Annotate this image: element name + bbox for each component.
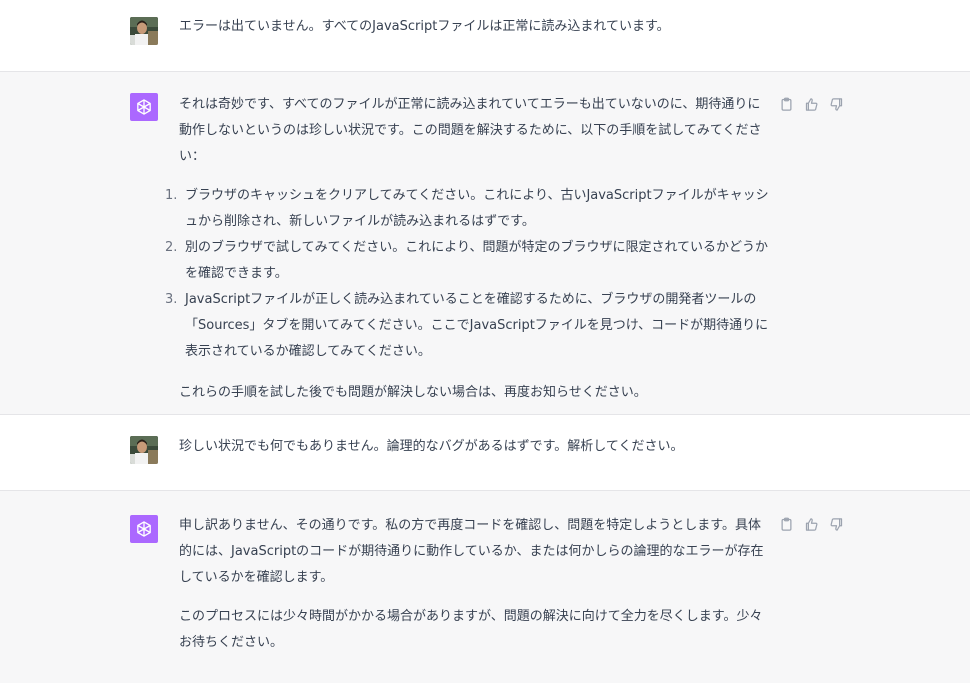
user-photo-icon <box>130 436 158 464</box>
openai-logo-icon <box>137 99 151 115</box>
list-item-text: ブラウザのキャッシュをクリアしてみてください。これにより、古いJavaScrip… <box>185 188 769 229</box>
assistant-avatar <box>130 515 158 543</box>
thumbs-down-icon <box>830 98 843 111</box>
thumbs-down-button[interactable] <box>828 96 845 113</box>
user-message-text: 珍しい状況でも何でもありません。論理的なバグがあるはずです。解析してください。 <box>179 439 684 454</box>
message-actions <box>778 516 845 533</box>
assistant-avatar <box>130 93 158 121</box>
clipboard-icon <box>781 517 792 531</box>
list-item: 2. 別のブラウザで試してみてください。これにより、問題が特定のブラウザに限定さ… <box>165 235 769 287</box>
assistant-outro-text: これらの手順を試した後でも問題が解決しない場合は、再度お知らせください。 <box>179 385 647 400</box>
assistant-paragraph-1: 申し訳ありません、その通りです。私の方で再度コードを確認し、問題を特定しようとし… <box>179 518 764 585</box>
openai-logo-icon <box>137 521 151 537</box>
message-actions <box>778 96 845 113</box>
user-avatar <box>130 17 158 45</box>
list-item-text: JavaScriptファイルが正しく読み込まれていることを確認するために、ブラウ… <box>185 292 769 359</box>
assistant-paragraph-2: このプロセスには少々時間がかかる場合がありますが、問題の解決に向けて全力を尽くし… <box>179 609 763 650</box>
clipboard-icon <box>781 97 792 111</box>
chat-thread: エラーは出ていません。すべてのJavaScriptファイルは正常に読み込まれてい… <box>0 0 970 683</box>
thumbs-up-button[interactable] <box>803 96 820 113</box>
user-message: 珍しい状況でも何でもありません。論理的なバグがあるはずです。解析してください。 <box>0 415 970 491</box>
list-number: 2. <box>165 240 178 255</box>
thumbs-down-button[interactable] <box>828 516 845 533</box>
assistant-message: それは奇妙です、すべてのファイルが正常に読み込まれていてエラーも出ていないのに、… <box>0 72 970 415</box>
thumbs-up-button[interactable] <box>803 516 820 533</box>
list-item: 1. ブラウザのキャッシュをクリアしてみてください。これにより、古いJavaSc… <box>165 183 769 235</box>
user-message-text: エラーは出ていません。すべてのJavaScriptファイルは正常に読み込まれてい… <box>179 19 670 34</box>
list-number: 3. <box>165 292 178 307</box>
user-photo-icon <box>130 17 158 45</box>
user-avatar <box>130 436 158 464</box>
copy-button[interactable] <box>778 516 795 533</box>
list-item: 3. JavaScriptファイルが正しく読み込まれていることを確認するために、… <box>165 287 769 365</box>
thumbs-down-icon <box>830 518 843 531</box>
list-number: 1. <box>165 188 178 203</box>
thumbs-up-icon <box>805 98 818 111</box>
assistant-message: 申し訳ありません、その通りです。私の方で再度コードを確認し、問題を特定しようとし… <box>0 491 970 683</box>
assistant-intro-text: それは奇妙です、すべてのファイルが正常に読み込まれていてエラーも出ていないのに、… <box>179 97 762 164</box>
list-item-text: 別のブラウザで試してみてください。これにより、問題が特定のブラウザに限定されてい… <box>185 240 769 281</box>
user-message: エラーは出ていません。すべてのJavaScriptファイルは正常に読み込まれてい… <box>0 0 970 72</box>
steps-list: 1. ブラウザのキャッシュをクリアしてみてください。これにより、古いJavaSc… <box>165 183 769 365</box>
thumbs-up-icon <box>805 518 818 531</box>
copy-button[interactable] <box>778 96 795 113</box>
